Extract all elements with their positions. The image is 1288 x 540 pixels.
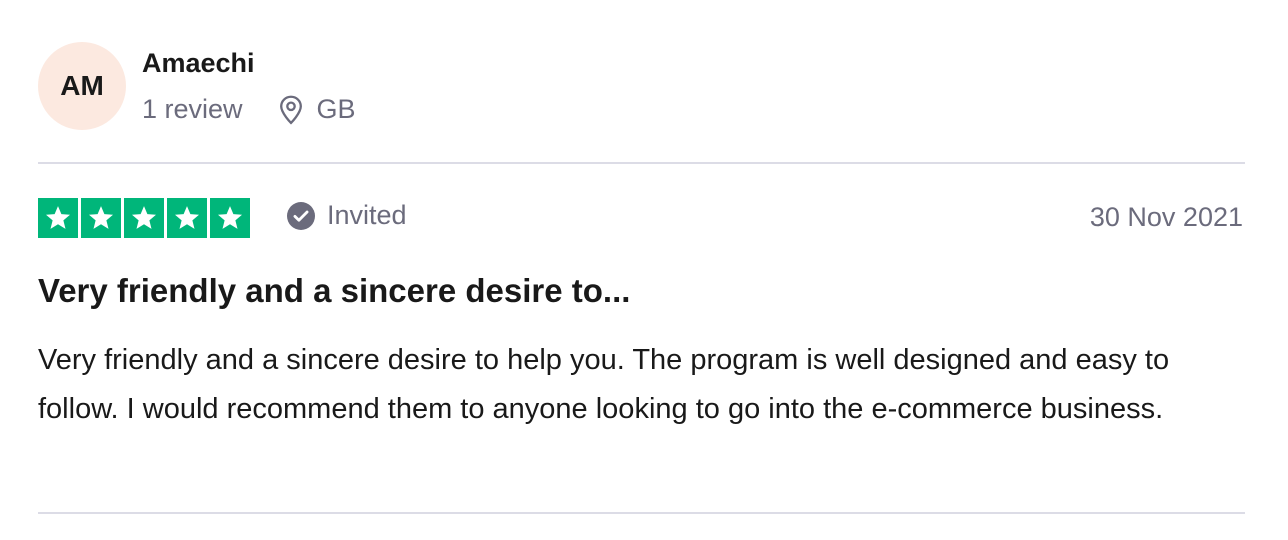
- review-date: 30 Nov 2021: [1089, 202, 1243, 232]
- star-icon: [81, 198, 121, 238]
- invited-label: Invited: [327, 200, 407, 230]
- reviewer-location: GB: [277, 94, 356, 125]
- location-pin-icon: [277, 95, 305, 125]
- reviewer-meta: 1 review GB: [142, 94, 356, 125]
- divider: [38, 512, 1245, 514]
- review-body: Very friendly and a sincere desire to he…: [38, 344, 1170, 425]
- avatar[interactable]: AM: [38, 42, 126, 130]
- check-circle-icon: [287, 201, 315, 230]
- review-title[interactable]: Very friendly and a sincere desire to...: [38, 272, 630, 310]
- location-label: GB: [316, 94, 356, 124]
- star-icon: [38, 198, 78, 238]
- divider: [38, 162, 1245, 164]
- invited-status[interactable]: Invited: [287, 200, 407, 231]
- rating-row: Invited 30 Nov 2021: [38, 198, 1245, 240]
- star-icon: [167, 198, 207, 238]
- reviewer-name[interactable]: Amaechi: [142, 48, 255, 79]
- star-icon: [210, 198, 250, 238]
- review-card: AM Amaechi 1 review GB Invited 30 Nov 20…: [38, 0, 1245, 540]
- review-count: 1 review: [142, 94, 243, 124]
- star-icon: [124, 198, 164, 238]
- star-rating: [38, 198, 250, 238]
